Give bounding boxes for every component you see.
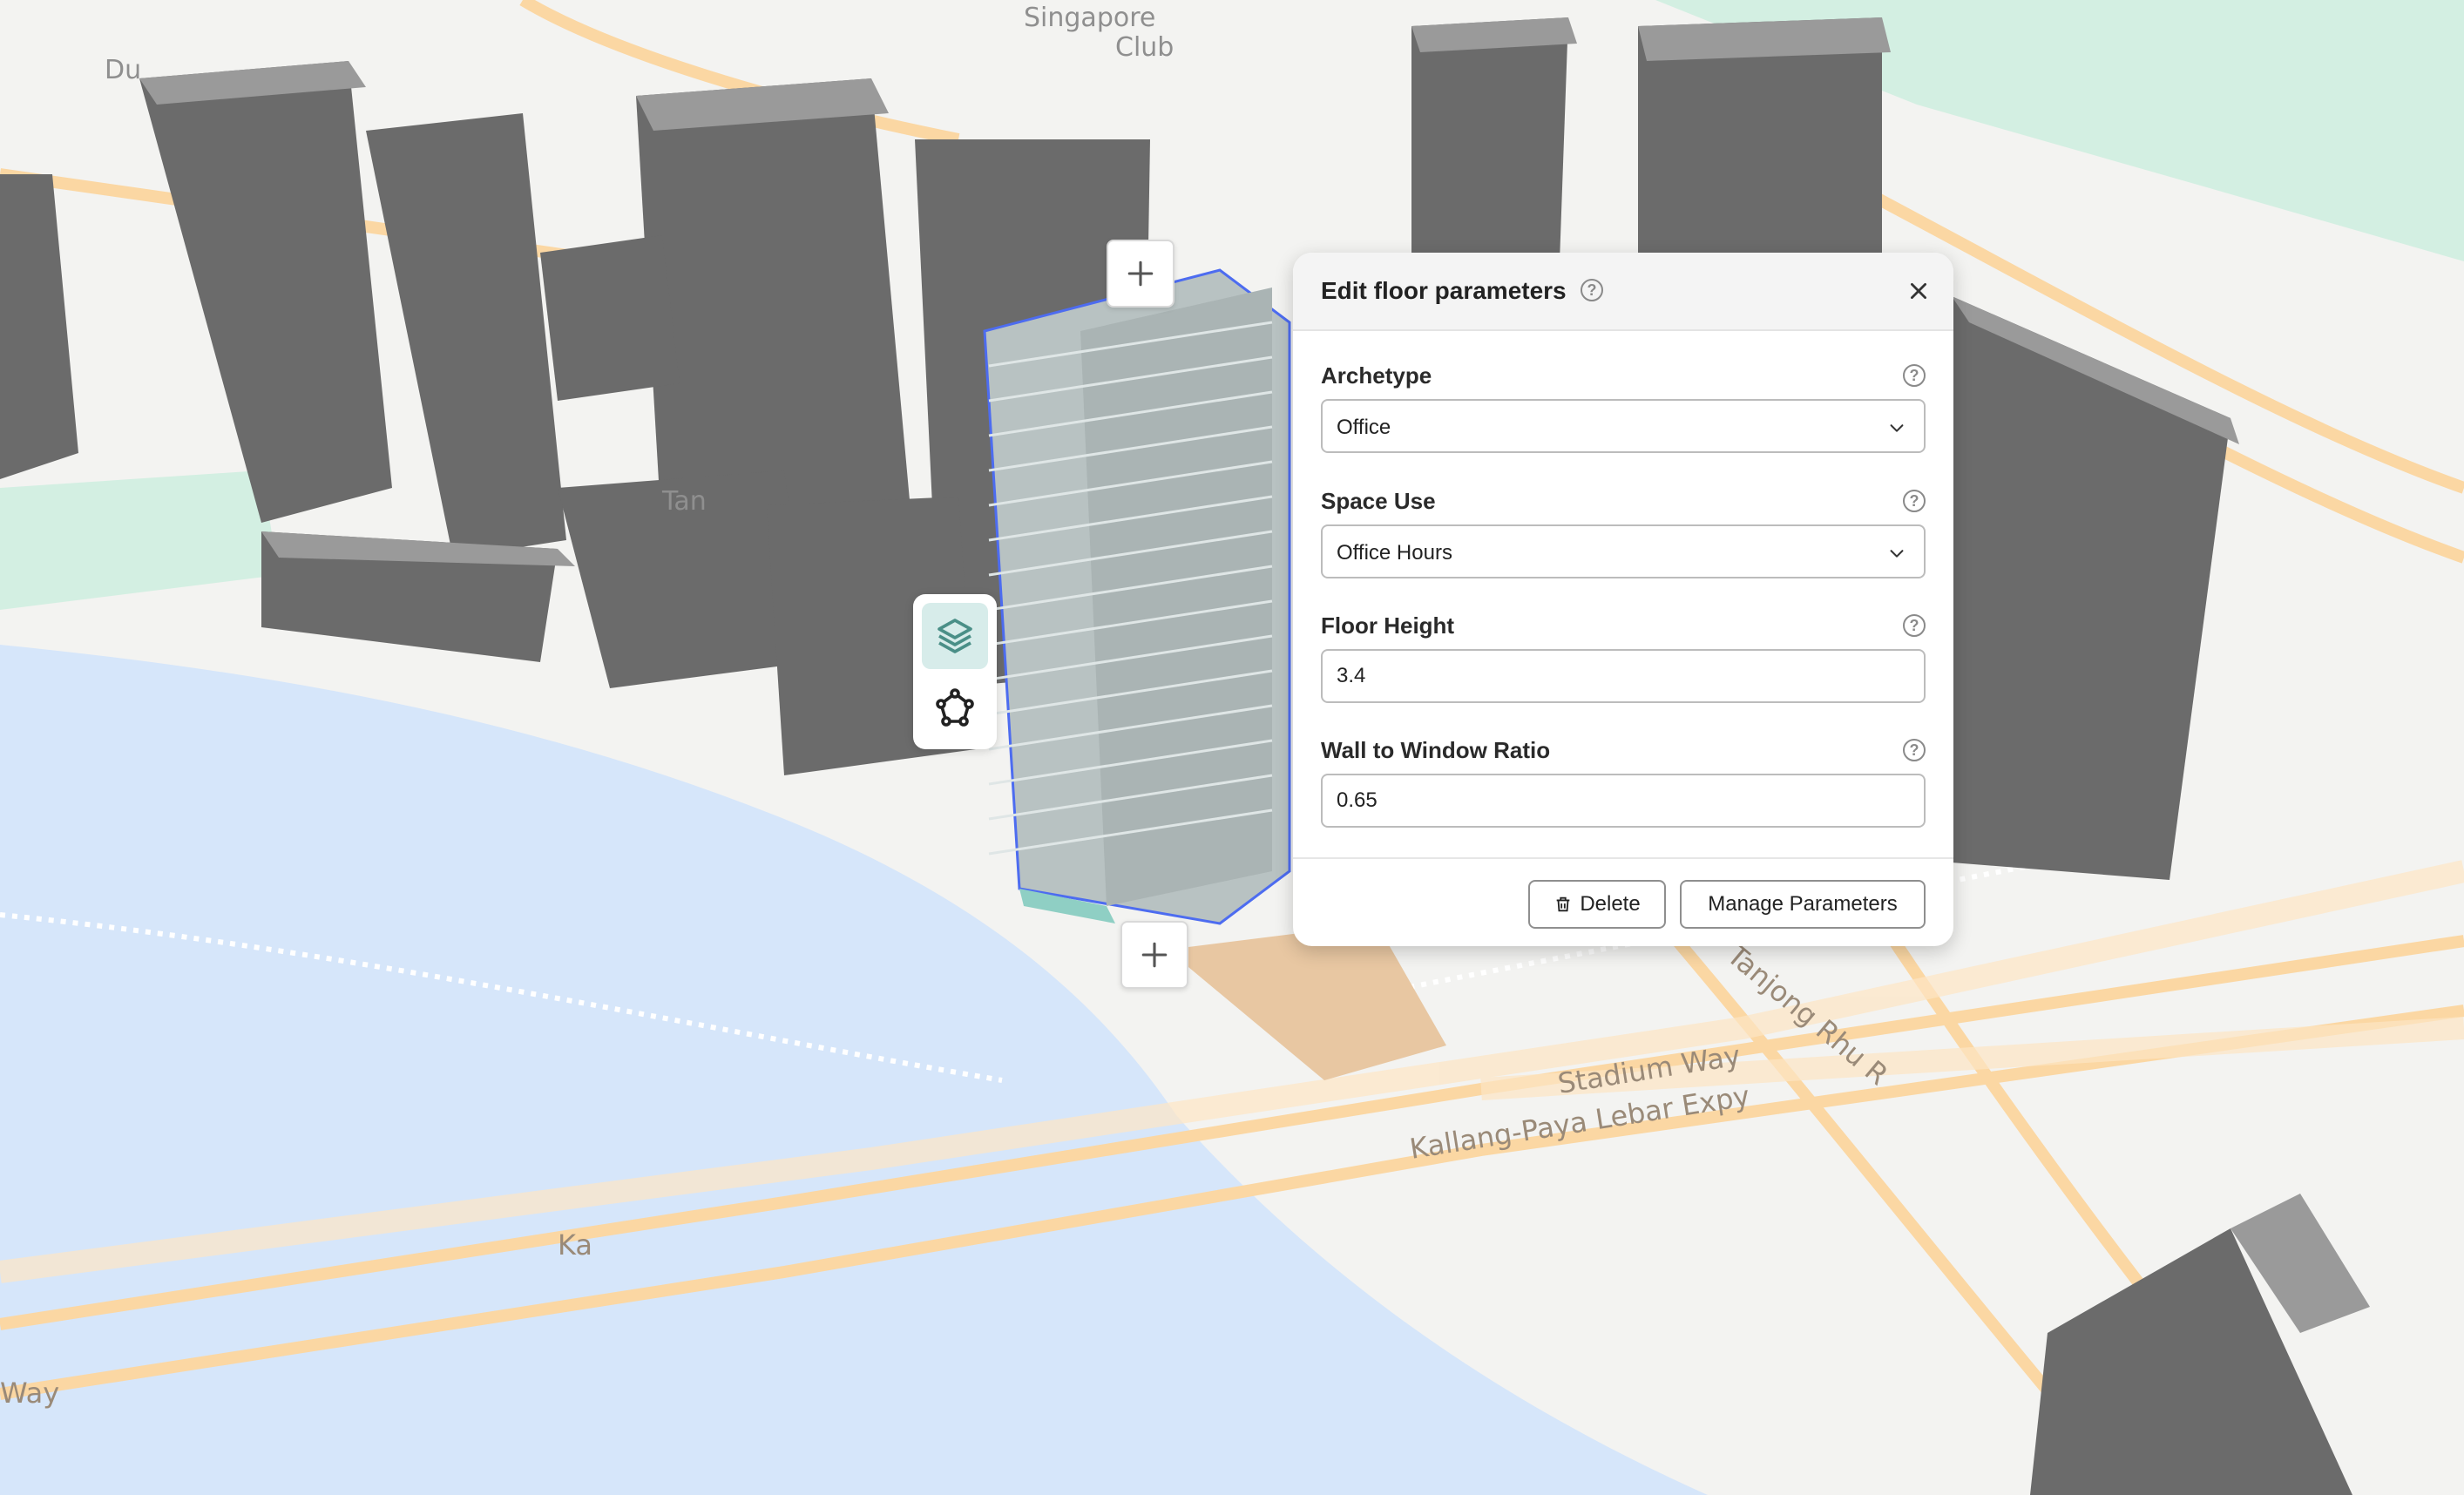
panel-title: Edit floor parameters [1321,277,1567,304]
plus-icon [1141,942,1168,968]
space-use-label: Space Use [1321,488,1436,514]
layers-tool-button[interactable] [922,603,988,669]
plus-icon [1127,260,1154,287]
wwr-field [1321,774,1926,828]
close-icon [1911,283,1926,299]
map-label-ka: Ka [558,1228,592,1262]
wwr-input[interactable] [1323,775,1924,826]
panel-header: Edit floor parameters ? [1293,253,1953,331]
polygon-edit-icon [936,688,974,727]
add-floor-top-button[interactable] [1107,240,1174,308]
selected-building[interactable] [983,268,1291,925]
close-button[interactable] [1901,274,1936,308]
archetype-select[interactable]: Office [1321,399,1926,453]
archetype-label: Archetype [1321,362,1432,389]
edit-floor-parameters-panel: Edit floor parameters ? Archetype ? Offi… [1293,253,1953,946]
floor-height-input[interactable] [1323,651,1924,701]
wwr-label: Wall to Window Ratio [1321,737,1551,763]
chevron-down-icon [1890,550,1904,558]
tool-palette [913,594,997,749]
floor-height-field [1321,649,1926,703]
add-floor-bottom-button[interactable] [1120,921,1188,989]
archetype-help-icon[interactable]: ? [1903,364,1926,387]
manage-parameters-label: Manage Parameters [1708,892,1898,916]
manage-parameters-button[interactable]: Manage Parameters [1680,880,1926,929]
map-label-du: Du [105,55,141,85]
delete-button[interactable]: Delete [1528,880,1666,929]
layers-icon [938,619,972,653]
archetype-value: Office [1337,416,1391,439]
space-use-select[interactable]: Office Hours [1321,524,1926,578]
space-use-help-icon[interactable]: ? [1903,490,1926,512]
map-label-club: Club [1115,32,1174,63]
map-canvas[interactable]: Singapore Club Du Tan Stadium Way Kallan… [0,0,2464,1495]
delete-button-label: Delete [1580,892,1641,916]
map-label-tan: Tan [661,486,707,517]
polygon-edit-tool-button[interactable] [922,674,988,741]
map-label-singapore: Singapore [1024,3,1155,33]
floor-height-help-icon[interactable]: ? [1903,614,1926,637]
wwr-help-icon[interactable]: ? [1903,739,1926,761]
floor-height-label: Floor Height [1321,612,1455,639]
trash-icon [1556,896,1570,912]
footer-divider [1293,857,1953,859]
map-label-way: Way [0,1377,59,1410]
space-use-value: Office Hours [1337,541,1452,565]
help-icon[interactable]: ? [1581,279,1603,301]
chevron-down-icon [1890,424,1904,432]
